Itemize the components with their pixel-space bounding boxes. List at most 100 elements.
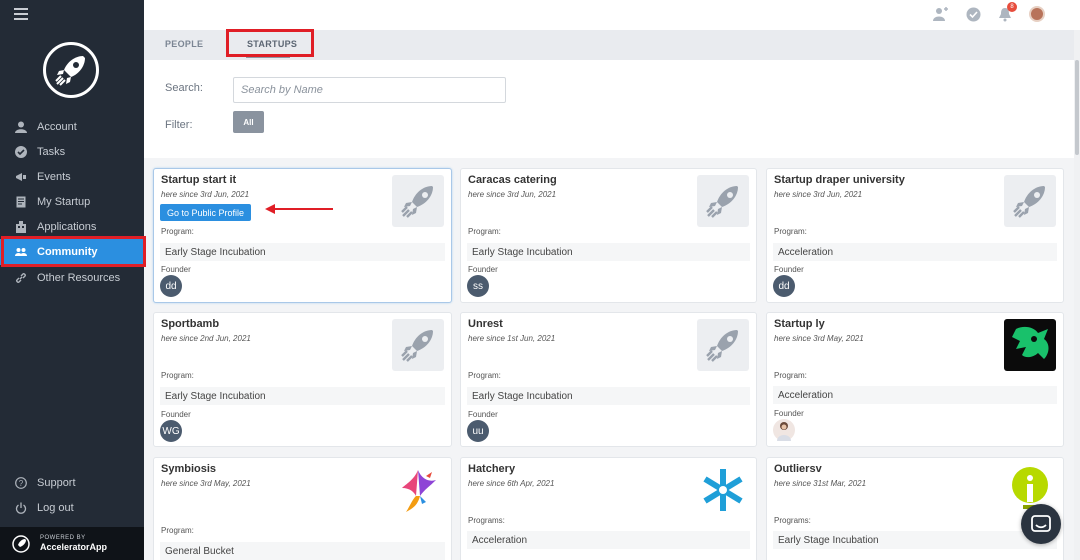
svg-text:?: ?	[19, 479, 24, 488]
power-icon	[14, 501, 28, 515]
menu-icon[interactable]	[14, 8, 28, 20]
founder-label: Founder	[774, 265, 804, 274]
startup-name: Symbiosis	[161, 463, 217, 475]
startup-since: here since 3rd May, 2021	[774, 334, 864, 343]
startup-name: Startup ly	[774, 318, 825, 330]
sidebar-item-label: Support	[37, 476, 76, 489]
go-to-public-profile-button[interactable]: Go to Public Profile	[160, 204, 252, 221]
founder-avatar[interactable]: WG	[160, 420, 182, 442]
chat-launcher-button[interactable]	[1021, 504, 1061, 544]
sidebar-item-community[interactable]: Community	[0, 239, 144, 265]
startup-card[interactable]: Caracas catering here since 3rd Jun, 202…	[460, 168, 757, 303]
user-avatar[interactable]	[1028, 5, 1046, 23]
top-icons: 8	[932, 2, 1046, 23]
app-logo[interactable]	[43, 42, 99, 98]
startup-card[interactable]: Hatchery here since 6th Apr, 2021 Progra…	[460, 457, 757, 560]
founder-label: Founder	[468, 265, 498, 274]
sidebar-item-other-resources[interactable]: Other Resources	[0, 265, 144, 290]
sidebar-item-label: Applications	[37, 220, 97, 233]
sidebar-item-account[interactable]: Account	[0, 114, 144, 139]
megaphone-icon	[14, 170, 28, 184]
sidebar-item-support[interactable]: ? Support	[0, 470, 144, 495]
startup-since: here since 6th Apr, 2021	[468, 479, 555, 488]
people-icon	[14, 245, 28, 259]
powered-by-footer[interactable]: POWERED BY AcceleratorApp	[0, 527, 144, 560]
sidebar-item-tasks[interactable]: Tasks	[0, 139, 144, 164]
program-value: Acceleration	[773, 386, 1057, 404]
startup-name: Unrest	[468, 318, 503, 330]
sidebar-item-label: Events	[37, 170, 71, 183]
sidebar-item-label: Tasks	[37, 145, 66, 158]
program-label: Program:	[161, 227, 194, 236]
sidebar-item-my-startup[interactable]: My Startup	[0, 189, 144, 214]
founder-avatar[interactable]: dd	[773, 275, 795, 297]
snowflake-logo	[697, 464, 749, 516]
startup-name: Outliersv	[774, 463, 822, 475]
program-value: Early Stage Incubation	[773, 531, 1057, 549]
active-tab-indicator	[246, 56, 290, 58]
tab-people[interactable]: PEOPLE	[165, 39, 203, 49]
startup-name: Startup start it	[161, 174, 237, 186]
program-label: Program:	[161, 526, 194, 535]
program-value: General Bucket	[160, 542, 445, 560]
program-value: Early Stage Incubation	[160, 387, 445, 405]
sidebar-nav: Account Tasks Events My Startup Applicat…	[0, 114, 144, 290]
startup-card[interactable]: Sportbamb here since 2nd Jun, 2021 Progr…	[153, 312, 452, 447]
founder-avatar[interactable]	[773, 419, 795, 441]
startup-card[interactable]: Startup draper university here since 3rd…	[766, 168, 1064, 303]
sidebar-item-label: Account	[37, 120, 77, 133]
founder-avatar[interactable]: uu	[467, 420, 489, 442]
program-value: Early Stage Incubation	[467, 243, 750, 261]
question-icon: ?	[14, 476, 28, 490]
sidebar-item-events[interactable]: Events	[0, 164, 144, 189]
sidebar: Account Tasks Events My Startup Applicat…	[0, 0, 144, 560]
check-circle-icon[interactable]	[964, 5, 982, 23]
sidebar-item-label: My Startup	[37, 195, 91, 208]
building-icon	[14, 220, 28, 234]
annotation-arrow	[265, 204, 333, 214]
check-circle-icon	[14, 145, 28, 159]
search-input[interactable]	[233, 77, 506, 103]
program-label: Program:	[161, 371, 194, 380]
startup-card[interactable]: Startup ly here since 3rd May, 2021 Prog…	[766, 312, 1064, 447]
founder-avatar[interactable]: ss	[467, 275, 489, 297]
bell-icon[interactable]: 8	[996, 2, 1017, 23]
program-value: Early Stage Incubation	[160, 243, 445, 261]
founder-label: Founder	[468, 410, 498, 419]
startup-name: Startup draper university	[774, 174, 905, 186]
founder-label: Founder	[161, 410, 191, 419]
filter-panel: Search: Filter: All	[144, 60, 1080, 158]
user-switch-icon[interactable]	[932, 5, 950, 23]
sidebar-item-applications[interactable]: Applications	[0, 214, 144, 239]
sidebar-item-label: Community	[37, 246, 98, 258]
tab-startups[interactable]: STARTUPS	[247, 39, 297, 49]
startup-since: here since 31st Mar, 2021	[774, 479, 867, 488]
notification-badge: 8	[1007, 2, 1017, 12]
startup-since: here since 3rd Jun, 2021	[774, 190, 863, 199]
program-value: Acceleration	[773, 243, 1057, 261]
startup-card[interactable]: Symbiosis here since 3rd May, 2021 Progr…	[153, 457, 452, 560]
program-label: Program:	[774, 371, 807, 380]
startup-since: here since 2nd Jun, 2021	[161, 334, 251, 343]
founder-avatar[interactable]: dd	[160, 275, 182, 297]
hummingbird-logo	[392, 464, 444, 516]
scrollbar-thumb[interactable]	[1075, 60, 1079, 155]
document-icon	[14, 195, 28, 209]
sidebar-item-logout[interactable]: Log out	[0, 495, 144, 520]
founder-label: Founder	[774, 409, 804, 418]
startup-name: Hatchery	[468, 463, 516, 475]
startup-card[interactable]: Outliersv here since 31st Mar, 2021 Prog…	[766, 457, 1064, 560]
rocket-icon	[697, 175, 749, 227]
sidebar-item-label: Other Resources	[37, 271, 121, 284]
program-label: Program:	[774, 227, 807, 236]
rocket-icon	[1004, 175, 1056, 227]
powered-by-label: POWERED BY	[40, 535, 86, 541]
filter-label: Filter:	[165, 119, 193, 131]
filter-all-button[interactable]: All	[233, 111, 264, 133]
search-label: Search:	[165, 82, 203, 94]
startup-card[interactable]: Unrest here since 1st Jun, 2021 Program:…	[460, 312, 757, 447]
startup-card[interactable]: Startup start it here since 3rd Jun, 202…	[153, 168, 452, 303]
rocket-icon	[55, 56, 85, 86]
startup-name: Caracas catering	[468, 174, 557, 186]
program-label: Programs:	[774, 516, 811, 525]
